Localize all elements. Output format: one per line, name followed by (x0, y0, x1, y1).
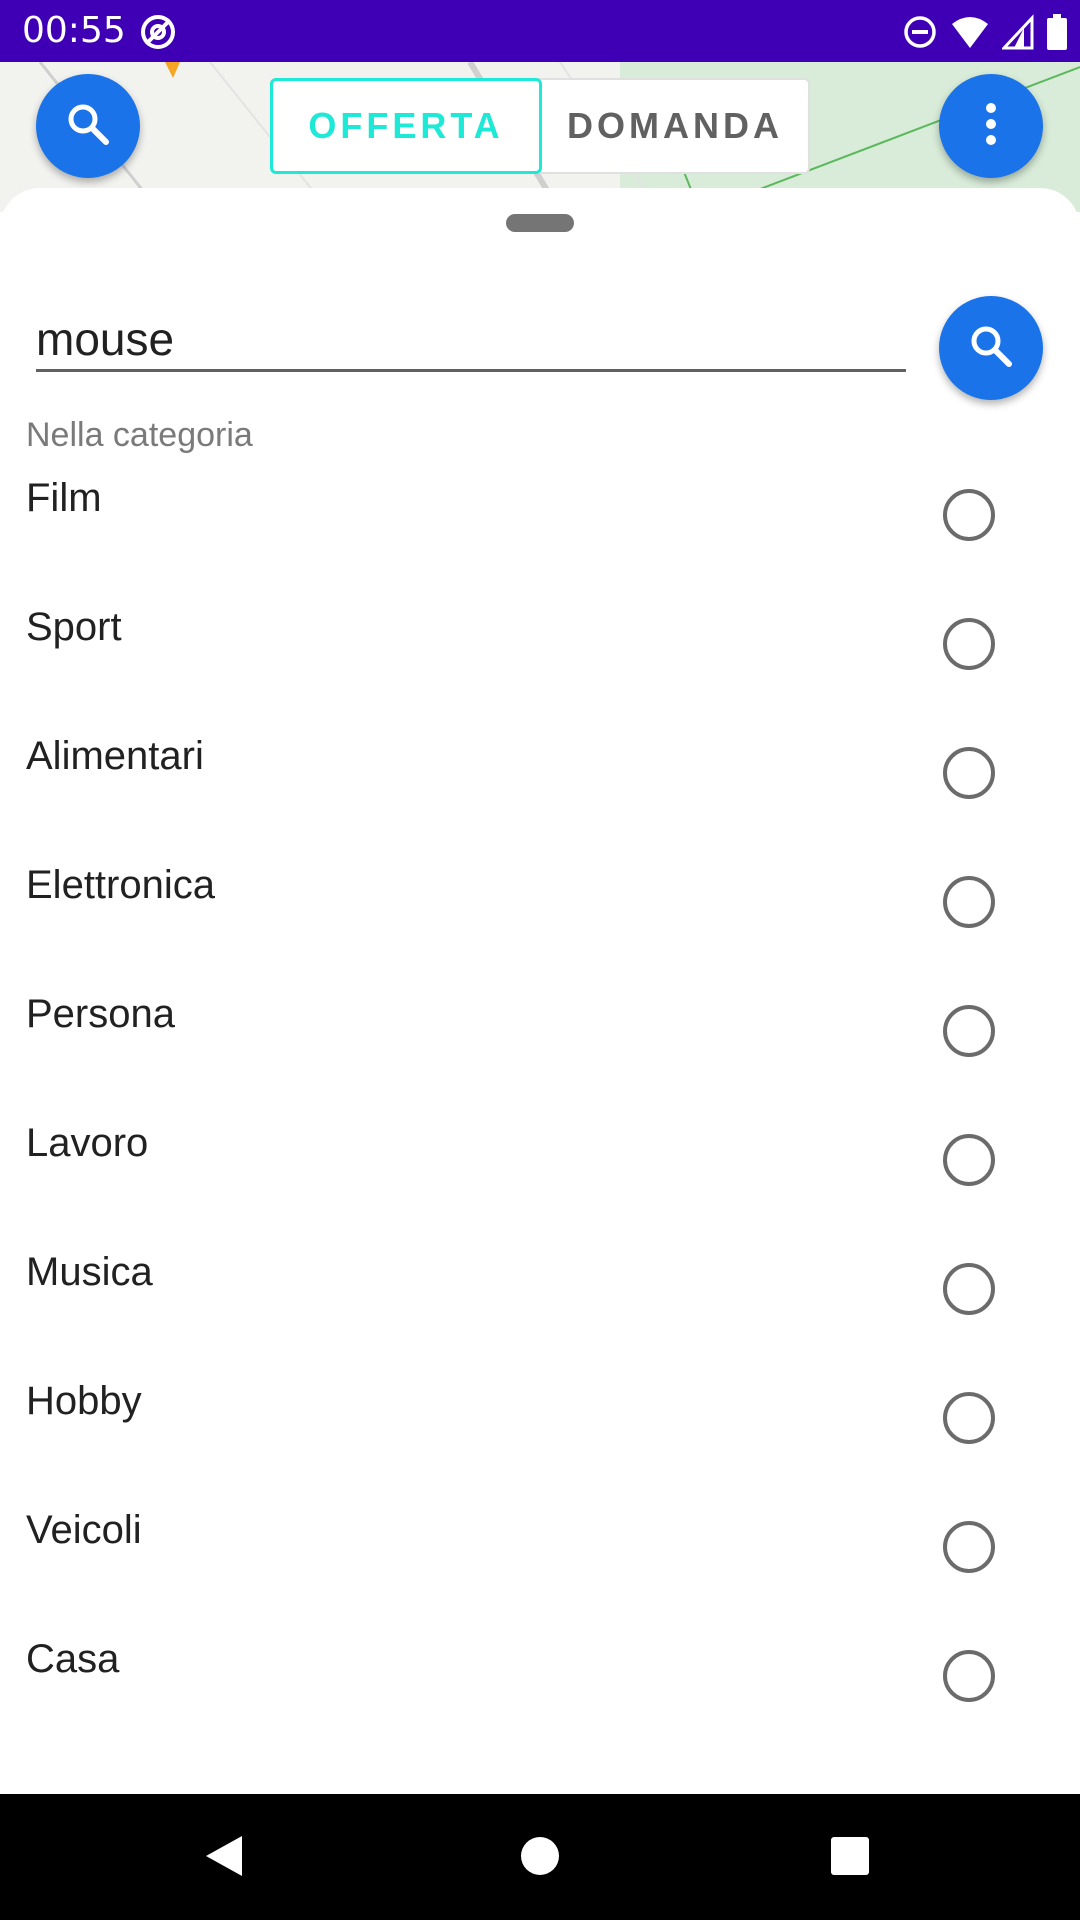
toggle-domanda-button[interactable]: DOMANDA (542, 80, 808, 172)
recents-square-icon (830, 1836, 870, 1881)
battery-icon (1046, 14, 1068, 50)
category-label: Casa (26, 1637, 120, 1681)
more-options-button[interactable] (939, 74, 1043, 178)
bottom-sheet: Nella categoria Film Sport Alimentari El… (0, 188, 1080, 1794)
back-triangle-icon (202, 1832, 246, 1885)
submit-search-button[interactable] (939, 296, 1043, 400)
drag-handle[interactable] (506, 214, 574, 232)
do-not-disturb-icon (902, 14, 938, 50)
home-circle-icon (520, 1836, 560, 1881)
toggle-offerta-button[interactable]: OFFERTA (270, 78, 542, 174)
category-radio[interactable] (943, 747, 995, 799)
category-label: Sport (26, 605, 122, 649)
category-label: Hobby (26, 1379, 142, 1423)
category-list: Film Sport Alimentari Elettronica Person… (0, 460, 1080, 1750)
category-label: Film (26, 476, 102, 520)
category-item[interactable]: Film (0, 460, 1080, 589)
more-vert-icon (984, 100, 998, 153)
category-radio[interactable] (943, 1392, 995, 1444)
category-radio[interactable] (943, 1134, 995, 1186)
category-item[interactable]: Persona (0, 976, 1080, 1105)
wifi-icon (950, 14, 990, 50)
category-radio[interactable] (943, 618, 995, 670)
back-button[interactable] (196, 1830, 252, 1886)
offer-demand-toggle: OFFERTA DOMANDA (270, 78, 810, 174)
recents-button[interactable] (822, 1830, 878, 1886)
navigation-bar (0, 1794, 1080, 1920)
category-radio[interactable] (943, 1650, 995, 1702)
category-item[interactable]: Musica (0, 1234, 1080, 1363)
status-icons (902, 12, 1068, 52)
category-label: Elettronica (26, 863, 215, 907)
category-radio[interactable] (943, 1263, 995, 1315)
category-label: Veicoli (26, 1508, 142, 1552)
category-radio[interactable] (943, 489, 995, 541)
status-bar: 00:55 (0, 0, 1080, 62)
status-time: 00:55 (22, 10, 126, 51)
search-icon (967, 322, 1015, 375)
category-radio[interactable] (943, 876, 995, 928)
category-item[interactable]: Sport (0, 589, 1080, 718)
category-item[interactable]: Alimentari (0, 718, 1080, 847)
category-radio[interactable] (943, 1521, 995, 1573)
search-icon (64, 100, 112, 153)
category-item[interactable]: Elettronica (0, 847, 1080, 976)
category-radio[interactable] (943, 1005, 995, 1057)
category-label: Musica (26, 1250, 153, 1294)
home-button[interactable] (512, 1830, 568, 1886)
category-label: Alimentari (26, 734, 204, 778)
search-button[interactable] (36, 74, 140, 178)
category-item[interactable]: Casa (0, 1621, 1080, 1750)
category-label: Lavoro (26, 1121, 149, 1165)
search-input[interactable] (36, 308, 906, 372)
signal-icon (1002, 14, 1034, 50)
category-item[interactable]: Lavoro (0, 1105, 1080, 1234)
data-saver-icon (138, 12, 178, 52)
category-item[interactable]: Veicoli (0, 1492, 1080, 1621)
category-item[interactable]: Hobby (0, 1363, 1080, 1492)
category-label: Persona (26, 992, 175, 1036)
category-section-label: Nella categoria (26, 416, 253, 454)
